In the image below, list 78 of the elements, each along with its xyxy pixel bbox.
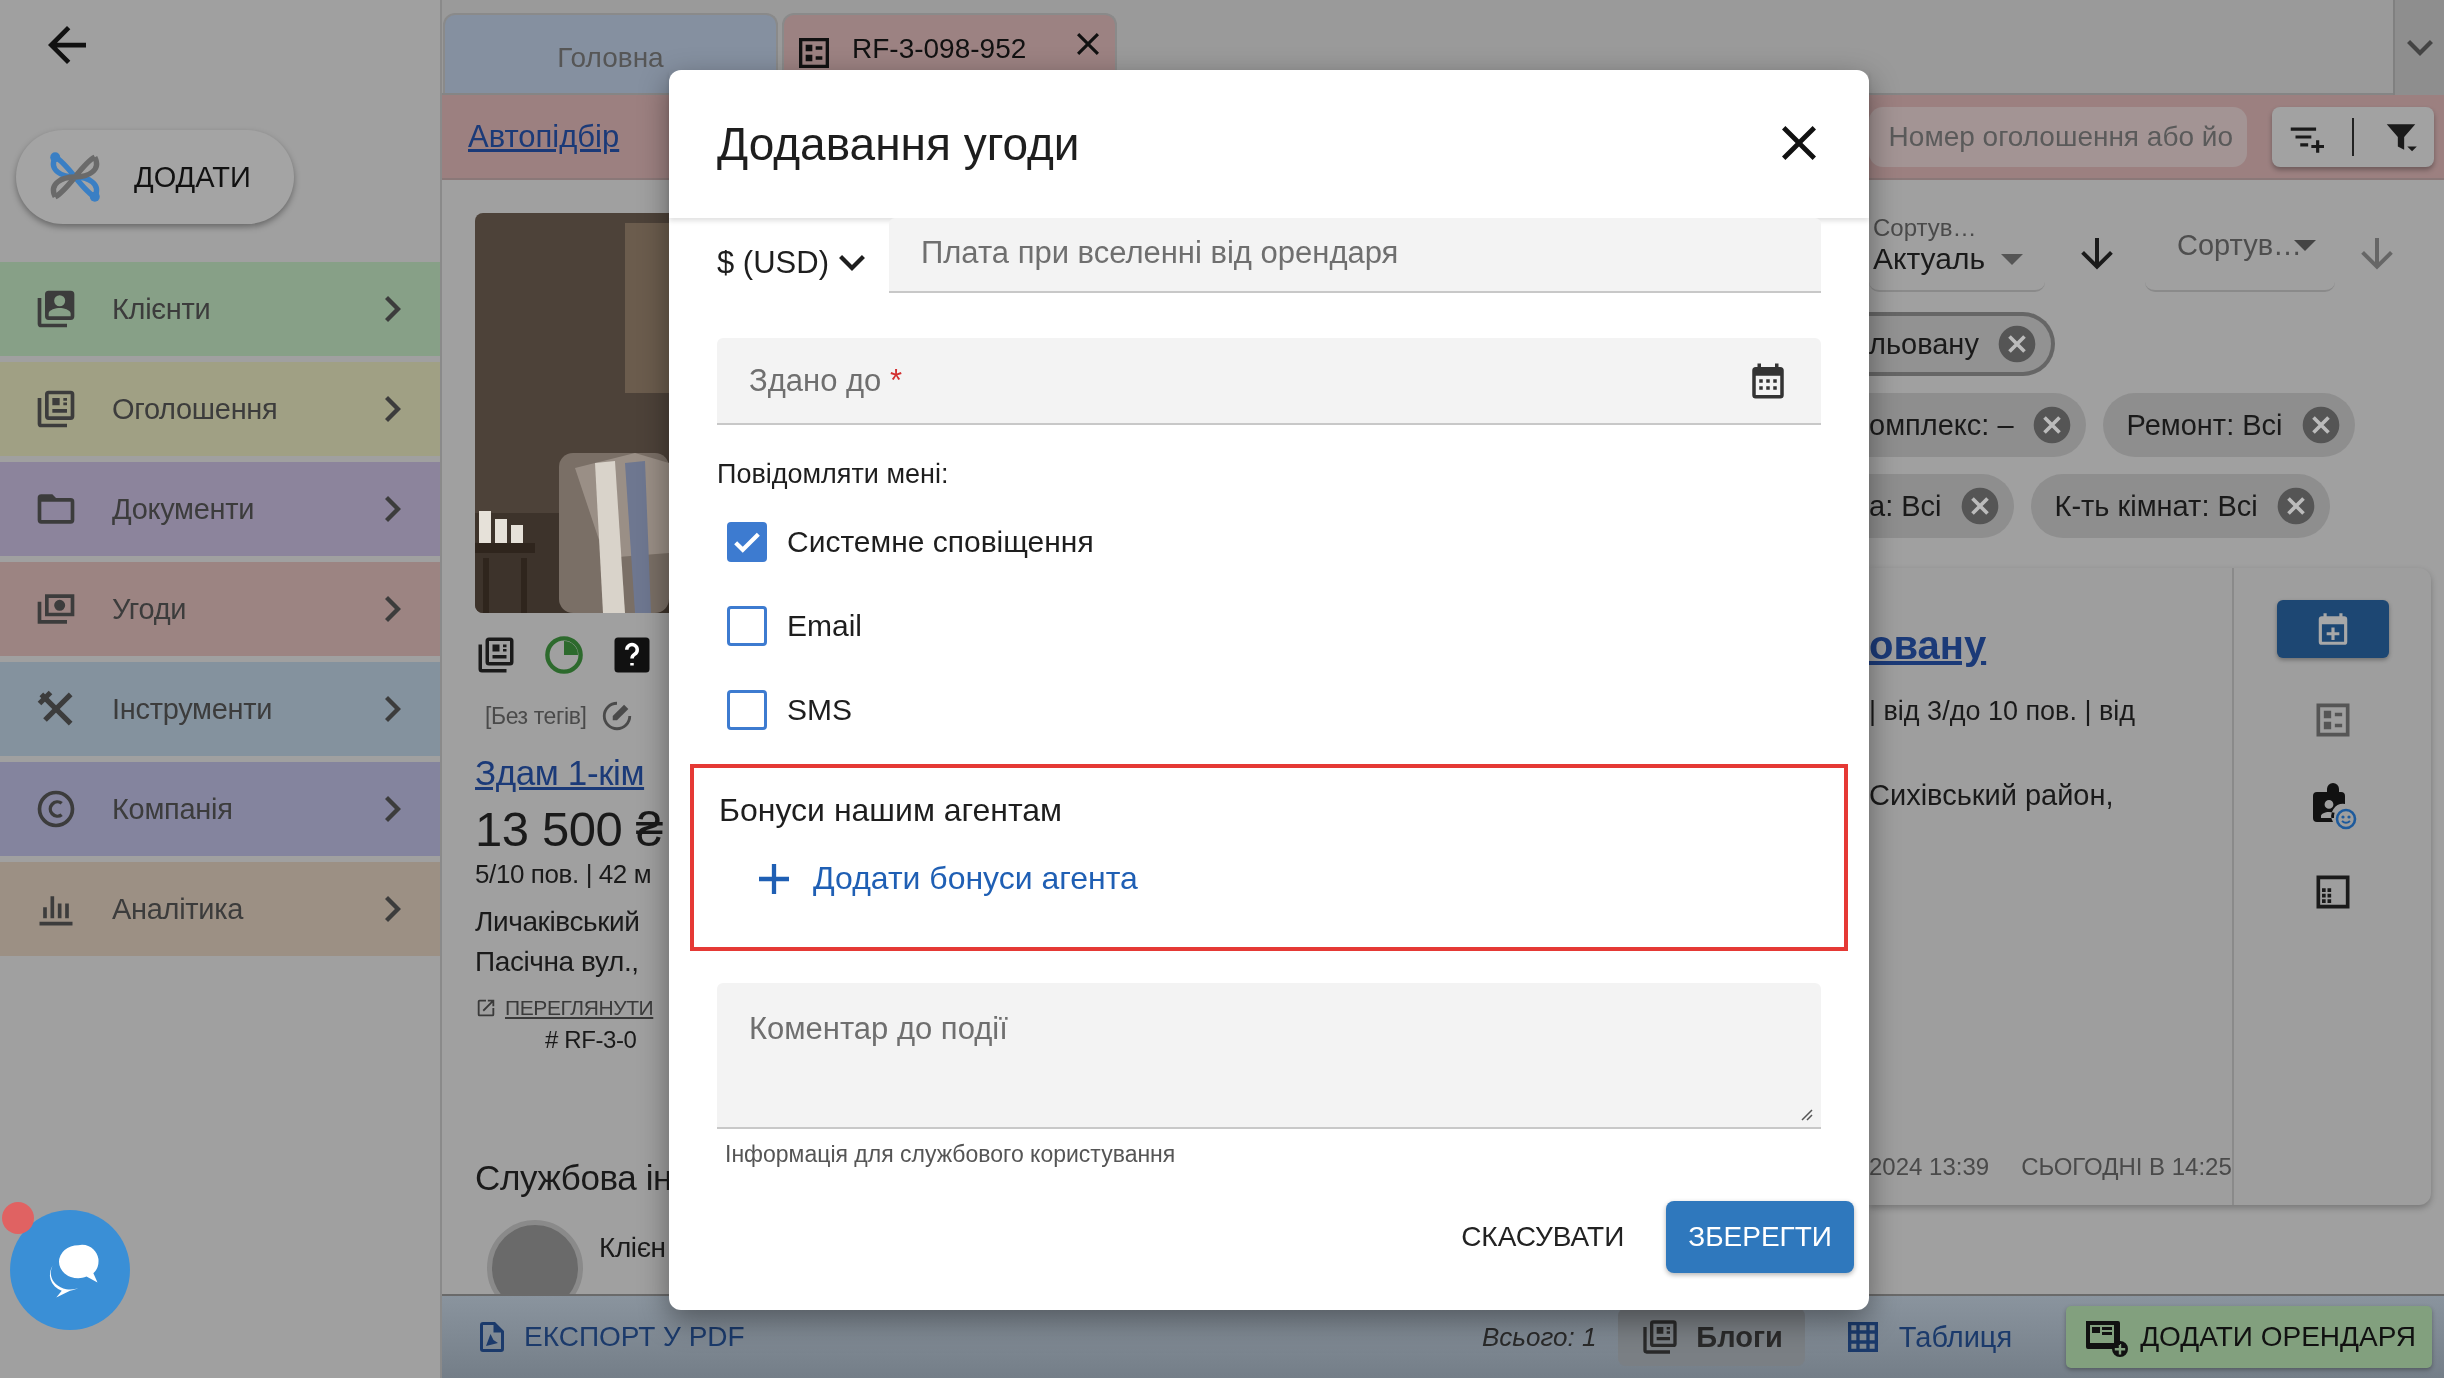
close-icon[interactable] bbox=[1077, 33, 1099, 55]
chevron-right-icon bbox=[385, 796, 401, 822]
nav-item[interactable]: Документи bbox=[0, 462, 440, 556]
add-button[interactable]: ДОДАТИ bbox=[16, 130, 294, 224]
bonus-title: Бонуси нашим агентам bbox=[719, 792, 1064, 829]
view-toggle[interactable]: Блоги bbox=[1618, 1308, 1805, 1366]
remove-icon[interactable] bbox=[1959, 486, 2000, 526]
checkbox-label: Системне сповіщення bbox=[787, 525, 1094, 559]
filter-chip[interactable]: а: Всі bbox=[1869, 474, 2014, 538]
checkbox[interactable] bbox=[727, 522, 767, 562]
export-pdf-button[interactable]: ЕКСПОРТ У PDF bbox=[474, 1319, 745, 1355]
helper-text: Інформація для службового користування bbox=[725, 1141, 1177, 1168]
close-icon bbox=[1782, 125, 1816, 160]
remove-icon[interactable] bbox=[2300, 405, 2341, 445]
sort-arrow-icon[interactable] bbox=[2081, 238, 2113, 270]
chevron-down-icon bbox=[2406, 39, 2433, 56]
listing-price: 13 500 ₴ bbox=[475, 801, 664, 857]
chevron-right-icon bbox=[385, 396, 401, 422]
listing-code: # RF-3-0 bbox=[544, 1026, 638, 1054]
sort-select[interactable]: Сортув… bbox=[2145, 200, 2335, 292]
updated-date: СЬОГОДНІ В 14:25 bbox=[2021, 1153, 2232, 1181]
chevron-right-icon bbox=[385, 296, 401, 322]
chevron-right-icon bbox=[385, 896, 401, 922]
currency-select[interactable]: $ (USD) bbox=[717, 230, 889, 281]
checkbox[interactable] bbox=[727, 606, 767, 646]
listing-details: 5/10 пов. | 42 м bbox=[475, 859, 653, 890]
pie-chart-icon bbox=[543, 634, 585, 676]
plus-icon bbox=[759, 863, 789, 894]
nav-item[interactable]: Аналітика bbox=[0, 862, 440, 956]
payment-field[interactable]: Плата при вселенні від орендаря bbox=[889, 218, 1821, 293]
client-label: Клієн bbox=[599, 1232, 666, 1264]
add-tenant-button[interactable]: ДОДАТИ ОРЕНДАРЯ bbox=[2066, 1306, 2432, 1368]
autoselect-link[interactable]: Автопідбір bbox=[468, 118, 620, 155]
remove-icon[interactable] bbox=[1996, 324, 2037, 364]
chevron-right-icon bbox=[385, 496, 401, 522]
section-title: Службова ін bbox=[475, 1158, 669, 1198]
chevron-down-icon bbox=[838, 254, 865, 271]
nav-item[interactable]: Клієнти bbox=[0, 262, 440, 356]
filter-chip[interactable]: омплекс: – bbox=[1869, 393, 2086, 457]
request-district: Сихівський район, bbox=[1869, 779, 2115, 812]
remove-icon[interactable] bbox=[2031, 405, 2072, 445]
comment-field[interactable]: Коментар до події bbox=[717, 983, 1821, 1129]
request-details: | від 3/до 10 пов. | від bbox=[1869, 696, 2137, 727]
tags-label: [Без тегів] bbox=[485, 702, 587, 730]
view-toggle[interactable]: Таблиця bbox=[1820, 1308, 2035, 1366]
address-line: Личаківський bbox=[475, 905, 641, 939]
listing-title-link[interactable]: Здам 1-кім bbox=[475, 753, 645, 793]
filter-chip[interactable]: льовану bbox=[1869, 312, 2055, 376]
notify-label: Повідомляти мені: bbox=[717, 459, 950, 490]
checkbox-label: SMS bbox=[787, 693, 852, 727]
chevron-right-icon bbox=[385, 696, 401, 722]
back-arrow-icon[interactable] bbox=[48, 26, 86, 64]
address-line: Пасічна вул., bbox=[475, 945, 640, 979]
view-link[interactable]: ПЕРЕГЛЯНУТИ bbox=[475, 996, 669, 1020]
caret-down-icon bbox=[2001, 253, 2024, 265]
dialog-title: Додавання угоди bbox=[717, 117, 1080, 171]
tab[interactable]: Головна bbox=[443, 13, 778, 93]
total-count: Всього: 1 bbox=[1481, 1321, 1597, 1353]
created-date: 2024 13:39 bbox=[1869, 1153, 1990, 1181]
filter-chip[interactable]: Ремонт: Всі bbox=[2102, 393, 2355, 457]
nav-item[interactable]: Оголошення bbox=[0, 362, 440, 456]
search-field[interactable]: Номер оголошення або йо bbox=[1868, 106, 2247, 167]
nav-item[interactable]: Компанія bbox=[0, 762, 440, 856]
external-link-icon bbox=[475, 997, 497, 1019]
nav-item[interactable]: Інструменти bbox=[0, 662, 440, 756]
filter-chip[interactable]: К-ть кімнат: Всі bbox=[2030, 474, 2330, 538]
nav-item[interactable]: Угоди bbox=[0, 562, 440, 656]
add-bonus-link[interactable]: Додати бонуси агента bbox=[719, 859, 1144, 898]
cancel-button[interactable]: СКАСУВАТИ bbox=[1439, 1201, 1647, 1273]
request-title-link[interactable]: овану bbox=[1869, 623, 2232, 668]
remove-icon[interactable] bbox=[2275, 486, 2316, 526]
checkbox-label: Email bbox=[787, 609, 862, 643]
chevron-right-icon bbox=[385, 596, 401, 622]
tabs-menu-button[interactable] bbox=[2393, 0, 2444, 95]
date-field[interactable]: Здано до * bbox=[717, 338, 1821, 425]
save-button[interactable]: ЗБЕРЕГТИ bbox=[1666, 1201, 1854, 1273]
add-event-button[interactable] bbox=[2276, 600, 2389, 658]
checkbox[interactable] bbox=[727, 690, 767, 730]
